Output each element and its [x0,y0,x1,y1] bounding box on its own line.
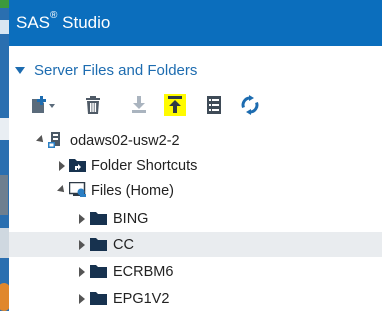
tree-node-folder[interactable]: EPG1V2 [9,286,382,311]
tree-node-folder[interactable]: ECRBM6 [9,259,382,284]
trash-icon [86,96,100,114]
title-bar: SAS® Studio [9,0,382,46]
folder-icon [90,292,107,305]
collapsed-caret-icon[interactable] [79,294,85,304]
download-button[interactable] [129,94,149,116]
upload-button[interactable] [164,94,186,116]
tree-node-folder-selected[interactable]: CC [9,232,382,257]
folder-icon [90,212,107,225]
refresh-button[interactable] [239,94,261,116]
folder-label: ECRBM6 [113,263,174,280]
refresh-icon [241,95,259,115]
delete-button[interactable] [83,94,103,116]
folder-label: BING [113,210,149,227]
new-item-dropdown-button[interactable] [29,94,61,116]
collapse-caret-icon[interactable] [15,67,25,74]
folder-shortcuts-label: Folder Shortcuts [91,157,198,174]
properties-icon [207,96,221,114]
server-icon [48,132,60,148]
tree-node-server[interactable]: odaws02-usw2-2 [9,128,382,153]
tree-node-files-home[interactable]: Files (Home) [9,178,382,203]
server-files-section-header[interactable]: Server Files and Folders [15,62,197,79]
desktop-background-strip [0,0,9,311]
folder-icon [90,238,107,251]
app-title: SAS® Studio [16,10,111,32]
expanded-caret-icon[interactable] [36,135,46,145]
sas-studio-window: SAS® Studio Server Files and Folders oda… [9,0,382,311]
upload-icon [168,96,182,113]
server-name: odaws02-usw2-2 [70,132,180,149]
folder-icon [90,265,107,278]
expanded-caret-icon[interactable] [57,185,67,195]
properties-button[interactable] [204,94,224,116]
tree-node-folder[interactable]: BING [9,206,382,231]
section-title: Server Files and Folders [34,62,198,79]
collapsed-caret-icon[interactable] [79,214,85,224]
new-item-icon [32,96,55,113]
collapsed-caret-icon[interactable] [59,161,65,171]
collapsed-caret-icon[interactable] [79,267,85,277]
tree-node-folder-shortcuts[interactable]: Folder Shortcuts [9,153,382,178]
folder-label: CC [113,236,134,253]
files-home-label: Files (Home) [91,182,174,199]
folder-shortcut-icon [69,159,86,172]
collapsed-caret-icon[interactable] [79,240,85,250]
download-icon [132,96,146,113]
folder-label: EPG1V2 [113,290,170,307]
home-files-icon [69,182,86,197]
